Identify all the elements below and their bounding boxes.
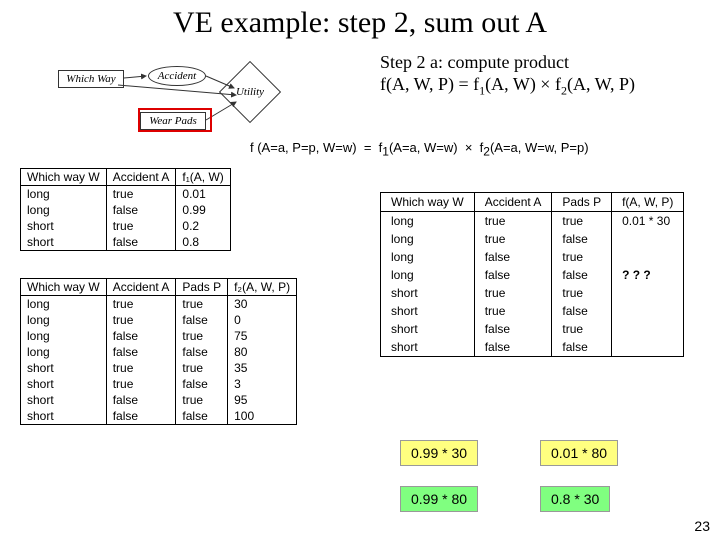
table-f2: Which way WAccident APads Pf₂(A, W, P) l… [20, 278, 297, 425]
node-accident: Accident [148, 66, 206, 86]
calc-4: 0.8 * 30 [540, 486, 610, 512]
table-product: Which way WAccident APads Pf(A, W, P) lo… [380, 192, 684, 357]
table-f1: Which way WAccident Af₁(A, W) longtrue0.… [20, 168, 231, 251]
slide-title: VE example: step 2, sum out A [0, 0, 720, 40]
node-which-way: Which Way [58, 70, 124, 88]
page-number: 23 [694, 518, 710, 534]
step-line2-mid: (A, W) × f [485, 74, 561, 94]
calc-1: 0.99 * 30 [400, 440, 478, 466]
calc-2: 0.01 * 80 [540, 440, 618, 466]
step-line2-post: (A, W, P) [567, 74, 635, 94]
node-utility: Utility [219, 61, 281, 123]
step-line2-pre: f(A, W, P) = f [380, 74, 479, 94]
step-text: Step 2 a: compute product f(A, W, P) = f… [380, 52, 710, 98]
step-line1: Step 2 a: compute product [380, 52, 569, 72]
highlight-wear-pads [138, 108, 212, 132]
product-formula: f (A=a, P=p, W=w) = f1(A=a, W=w) × f2(A=… [250, 140, 589, 159]
calc-3: 0.99 * 80 [400, 486, 478, 512]
